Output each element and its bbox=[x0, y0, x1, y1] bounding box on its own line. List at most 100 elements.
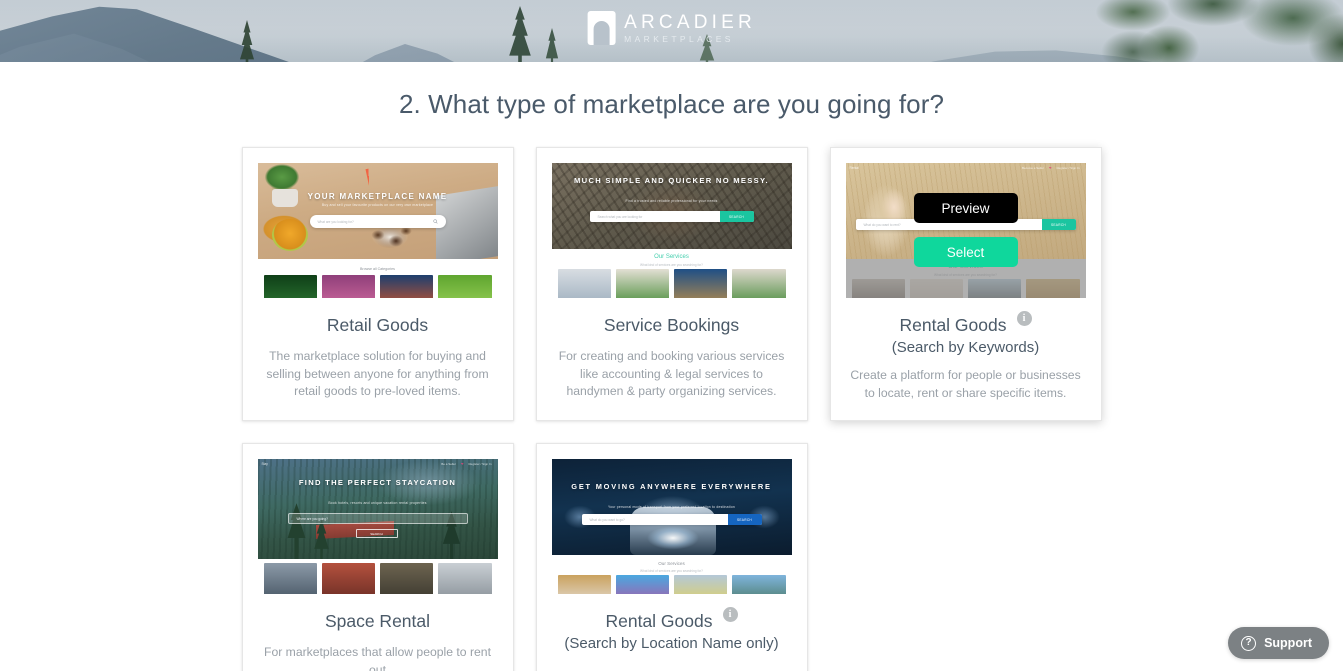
mock-tile bbox=[615, 575, 669, 595]
mock-tile bbox=[321, 275, 375, 298]
conifer-tree-icon bbox=[287, 503, 306, 560]
mock-site-services: MUCH SIMPLE AND QUICKER NO MESSY. Find a… bbox=[551, 163, 792, 298]
mock-search-placeholder: Search what you are looking for bbox=[597, 214, 643, 219]
card-space-rental[interactable]: Stay Be a Seller ❤ Register / Sign In FIND… bbox=[241, 443, 514, 671]
mock-search-button: SEARCH bbox=[1041, 219, 1076, 230]
mock-section-subtitle: What kind of services are you searching … bbox=[640, 569, 703, 574]
mock-search-placeholder: Where are you going? bbox=[296, 516, 328, 521]
mock-body-retail: Browse all Categories bbox=[257, 259, 498, 298]
mock-tile bbox=[380, 275, 434, 298]
card-subtitle: (Search by Location Name only) bbox=[564, 635, 779, 653]
card-thumbnail-rental-goods-keywords: Rental Become a Seller ❤ Register / Sign I… bbox=[845, 163, 1086, 298]
card-thumbnail-retail-goods: YOUR MARKETPLACE NAME Buy and sell your … bbox=[257, 163, 498, 298]
mock-tile bbox=[263, 563, 317, 595]
card-title: Space Rental bbox=[324, 611, 431, 632]
support-label: Support bbox=[1264, 636, 1312, 650]
mock-site-space-rental: Stay Be a Seller ❤ Register / Sign In FIND… bbox=[257, 459, 498, 595]
search-icon bbox=[432, 219, 438, 224]
mock-tile bbox=[438, 563, 492, 595]
mock-tile bbox=[732, 269, 786, 298]
mock-site-retail: YOUR MARKETPLACE NAME Buy and sell your … bbox=[257, 163, 498, 298]
arcadier-logo[interactable]: ARCADIER MARKETPLACES bbox=[587, 11, 756, 45]
logo-subtitle: MARKETPLACES bbox=[624, 34, 734, 45]
card-title: Retail Goods bbox=[326, 315, 429, 335]
support-button[interactable]: ? Support bbox=[1228, 627, 1329, 659]
mock-section-subtitle: What kind of services are you searching … bbox=[640, 263, 703, 267]
mock-site-rental-keywords: Rental Become a Seller ❤ Register / Sign I… bbox=[845, 163, 1086, 298]
card-thumbnail-service-bookings: MUCH SIMPLE AND QUICKER NO MESSY. Find a… bbox=[551, 163, 792, 298]
mock-hero-subtitle: Your personal mode of transport from you… bbox=[607, 505, 736, 510]
mock-body-rental-location: Our Services What kind of services are y… bbox=[551, 555, 792, 595]
card-thumbnail-space-rental: Stay Be a Seller ❤ Register / Sign In FIND… bbox=[257, 459, 498, 595]
info-icon[interactable]: i bbox=[722, 607, 738, 623]
card-rental-goods-keywords[interactable]: Rental Become a Seller ❤ Register / Sign I… bbox=[829, 147, 1102, 422]
info-icon[interactable]: i bbox=[1016, 310, 1032, 326]
mock-tile bbox=[732, 575, 786, 595]
card-description: For marketplaces that allow people to re… bbox=[264, 645, 491, 671]
card-description: The marketplace solution for buying and … bbox=[266, 348, 489, 399]
mock-body-space-rental bbox=[257, 559, 498, 595]
marketplace-type-grid: YOUR MARKETPLACE NAME Buy and sell your … bbox=[241, 147, 1102, 671]
mock-vehicle-tiles bbox=[557, 575, 786, 595]
mock-search-placeholder: What do you want to rent? bbox=[863, 222, 901, 227]
card-description: Create a platform for people or business… bbox=[850, 367, 1081, 400]
mock-search-bar: Search what you are looking for SEARCH bbox=[589, 211, 754, 222]
card-thumbnail-rental-goods-location: GET MOVING ANYWHERE EVERYWHERE Your pers… bbox=[551, 459, 792, 595]
card-service-bookings[interactable]: MUCH SIMPLE AND QUICKER NO MESSY. Find a… bbox=[535, 147, 808, 422]
foliage-right-lower bbox=[1073, 22, 1193, 62]
card-title: Rental Goods bbox=[605, 611, 713, 632]
mock-hero-subtitle: Find a trusted and reliable professional… bbox=[625, 199, 718, 203]
mock-hero-subtitle: Buy and sell your favourite products on … bbox=[321, 203, 434, 207]
card-title-row: Rental Goods i bbox=[846, 298, 1086, 337]
mountain-shape-middle bbox=[300, 44, 550, 62]
mock-hero-space-rental bbox=[257, 459, 498, 560]
mock-search-placeholder: What do you want to go? bbox=[589, 517, 625, 522]
mock-section-title: Browse all Categories bbox=[360, 267, 395, 271]
mock-search-button: SEARCH bbox=[719, 211, 754, 222]
mock-tile bbox=[615, 269, 669, 298]
mock-tile bbox=[674, 575, 728, 595]
logo-name: ARCADIER bbox=[624, 12, 756, 34]
conifer-tree-icon bbox=[545, 28, 559, 62]
mock-destination-tiles bbox=[263, 563, 492, 595]
mock-search-button: SEARCH bbox=[727, 514, 762, 526]
card-description: For creating and booking various service… bbox=[558, 348, 785, 399]
mock-site-logo: Stay bbox=[261, 462, 268, 467]
page-title: 2. What type of marketplace are you goin… bbox=[398, 89, 945, 119]
card-retail-goods[interactable]: YOUR MARKETPLACE NAME Buy and sell your … bbox=[241, 147, 514, 422]
mock-body-services: Our Services What kind of services are y… bbox=[551, 249, 792, 298]
mock-tile bbox=[557, 575, 611, 595]
mock-hero-title: MUCH SIMPLE AND QUICKER NO MESSY. bbox=[574, 176, 769, 185]
card-title-row: Rental Goods i bbox=[552, 594, 792, 633]
mock-tile bbox=[674, 269, 728, 298]
mock-search-placeholder: What are you looking for? bbox=[317, 219, 354, 224]
mock-search-bar: What do you want to go? SEARCH bbox=[581, 514, 762, 526]
select-button[interactable]: Select bbox=[913, 237, 1018, 267]
mock-tile bbox=[557, 269, 611, 298]
mock-hero-subtitle: Book hotels, resorts and unique vacation… bbox=[328, 501, 427, 506]
conifer-tree-icon bbox=[509, 6, 531, 62]
card-rental-goods-location[interactable]: GET MOVING ANYWHERE EVERYWHERE Your pers… bbox=[535, 443, 808, 671]
mock-site-logo: Rental bbox=[849, 166, 859, 170]
card-title-row: Service Bookings bbox=[552, 298, 792, 337]
mock-hero-retail bbox=[257, 163, 498, 266]
mock-tile bbox=[263, 275, 317, 298]
card-title-row: Retail Goods bbox=[258, 298, 498, 337]
card-title: Rental Goods bbox=[899, 315, 1007, 335]
arcadier-arch-logo-icon bbox=[587, 11, 616, 45]
mock-tile bbox=[321, 563, 375, 595]
mock-hero-title: FIND THE PERFECT STAYCATION bbox=[298, 478, 457, 488]
card-title: Service Bookings bbox=[603, 315, 740, 335]
mock-search-bar: Where are you going? bbox=[287, 513, 468, 525]
mock-hero-title: GET MOVING ANYWHERE EVERYWHERE bbox=[571, 482, 772, 492]
headlight-glow bbox=[635, 521, 710, 556]
question-mark-icon: ? bbox=[1241, 635, 1257, 651]
teacup-decoration bbox=[271, 219, 308, 251]
card-subtitle: (Search by Keywords) bbox=[891, 338, 1040, 356]
logo-text-block: ARCADIER MARKETPLACES bbox=[624, 12, 756, 44]
mock-service-tiles bbox=[557, 269, 786, 298]
mock-site-rental-location: GET MOVING ANYWHERE EVERYWHERE Your pers… bbox=[551, 459, 792, 595]
mock-search-bar: What are you looking for? bbox=[309, 215, 446, 228]
mock-search-button: SEARCH bbox=[355, 529, 398, 539]
preview-button[interactable]: Preview bbox=[913, 193, 1018, 223]
